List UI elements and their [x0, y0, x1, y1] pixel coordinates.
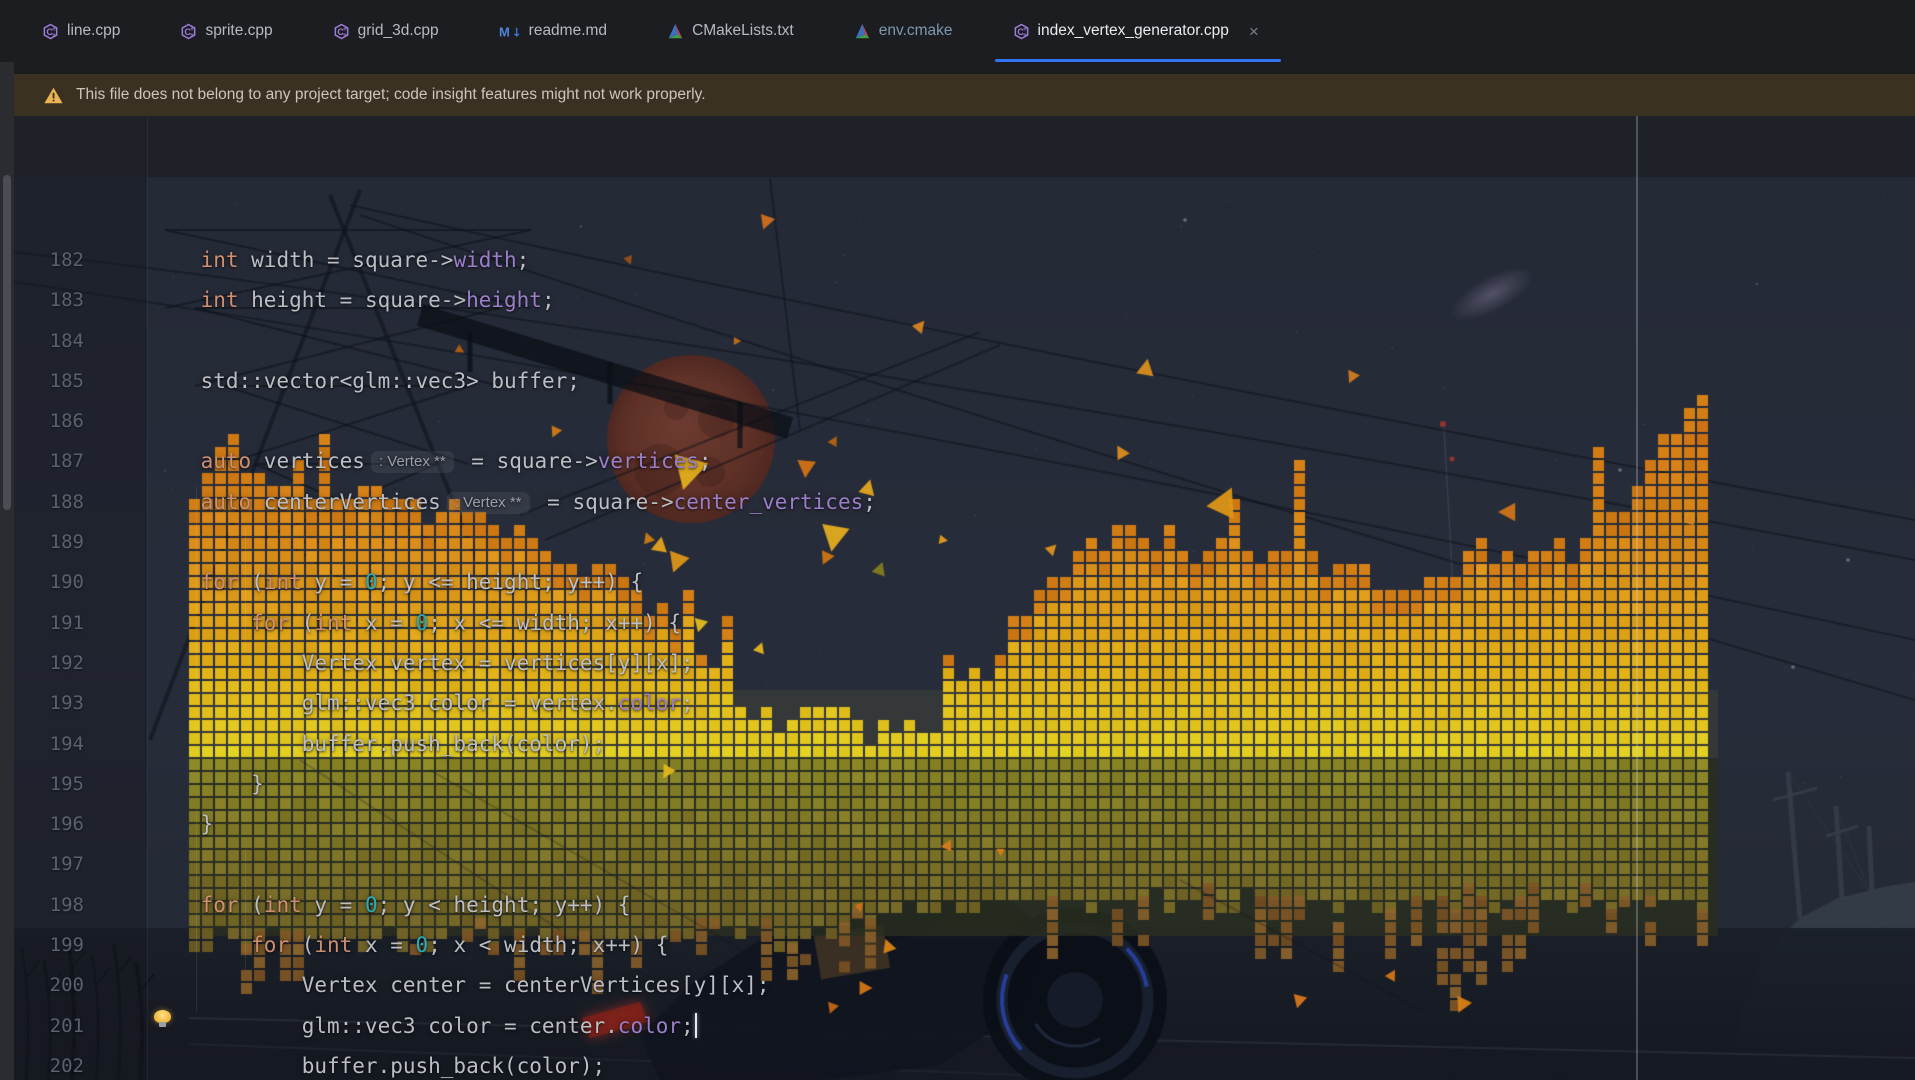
- tab-index-vertex-generator-cpp[interactable]: C++ index_vertex_generator.cpp ×: [991, 0, 1285, 62]
- tab-label: sprite.cpp: [205, 22, 272, 40]
- code-line-197[interactable]: [150, 844, 876, 884]
- tab-label: env.cmake: [879, 22, 953, 40]
- ide-window: C++ line.cpp C++ sprite.cpp C++ grid_3d.cpp M↓…: [0, 0, 1915, 1080]
- code-line-184[interactable]: [150, 321, 876, 361]
- line-number[interactable]: 199: [14, 925, 84, 965]
- tab-grid-3d-cpp[interactable]: C++ grid_3d.cpp: [311, 0, 465, 62]
- tab-label: CMakeLists.txt: [692, 22, 794, 40]
- code-line-198[interactable]: for (int y = 0; y < height; y++) {: [150, 885, 876, 925]
- scrollbar-thumb[interactable]: [3, 175, 11, 510]
- code-line-187[interactable]: auto vertices: Vertex ** = square->verti…: [150, 441, 876, 481]
- code-line-189[interactable]: [150, 522, 876, 562]
- left-scrollbar-track: [0, 62, 14, 1080]
- svg-text:+: +: [1023, 32, 1027, 39]
- markdown-file-icon: M↓: [499, 24, 521, 39]
- line-number[interactable]: 195: [14, 764, 84, 804]
- code-line-193[interactable]: glm::vec3 color = vertex.color;: [150, 683, 876, 723]
- tab-env-cmake[interactable]: env.cmake: [832, 0, 979, 62]
- svg-text:+: +: [52, 32, 56, 39]
- code-line-185[interactable]: std::vector<glm::vec3> buffer;: [150, 361, 876, 401]
- line-number[interactable]: 183: [14, 280, 84, 320]
- line-number[interactable]: 196: [14, 804, 84, 844]
- tab-cmakelists-txt[interactable]: CMakeLists.txt: [645, 0, 820, 62]
- code-line-183[interactable]: int height = square->height;: [150, 280, 876, 320]
- code-line-201[interactable]: glm::vec3 color = center.color;: [150, 1006, 876, 1046]
- code-line-196[interactable]: }: [150, 804, 876, 844]
- type-inlay-hint: : Vertex **: [371, 451, 454, 473]
- line-number[interactable]: 191: [14, 603, 84, 643]
- tab-label: readme.md: [529, 22, 607, 40]
- svg-text:+: +: [343, 32, 347, 39]
- code-line-186[interactable]: [150, 401, 876, 441]
- line-number[interactable]: 182: [14, 240, 84, 280]
- line-number[interactable]: 187: [14, 441, 84, 481]
- line-number[interactable]: 186: [14, 401, 84, 441]
- text-caret: [695, 1013, 697, 1038]
- code-line-202[interactable]: buffer.push_back(color);: [150, 1046, 876, 1080]
- close-tab-icon[interactable]: ×: [1249, 23, 1259, 40]
- tab-sprite-cpp[interactable]: C++ sprite.cpp: [158, 0, 298, 62]
- tab-readme-md[interactable]: M↓ readme.md: [477, 0, 633, 62]
- svg-text:M: M: [499, 24, 510, 39]
- line-number[interactable]: 201: [14, 1006, 84, 1046]
- cpp-file-icon: C++: [42, 23, 59, 40]
- line-number[interactable]: 200: [14, 965, 84, 1005]
- line-number[interactable]: 192: [14, 643, 84, 683]
- tab-label: grid_3d.cpp: [358, 22, 439, 40]
- line-number[interactable]: 190: [14, 562, 84, 602]
- cmake-file-icon: [667, 23, 684, 40]
- no-project-target-banner: This file does not belong to any project…: [14, 73, 1915, 116]
- cpp-file-icon: C++: [1013, 23, 1030, 40]
- line-number[interactable]: 193: [14, 683, 84, 723]
- code-line-195[interactable]: }: [150, 764, 876, 804]
- editor-gutter: 1821831841851861871881891901911921931941…: [14, 240, 84, 1080]
- tab-bar-gap: [0, 62, 1915, 73]
- tab-label: index_vertex_generator.cpp: [1038, 22, 1229, 40]
- line-number[interactable]: 194: [14, 724, 84, 764]
- active-tab-underline: [995, 59, 1281, 62]
- cpp-file-icon: C++: [180, 23, 197, 40]
- code-editor[interactable]: 1821831841851861871881891901911921931941…: [0, 116, 1915, 1080]
- line-number[interactable]: 184: [14, 321, 84, 361]
- code-line-199[interactable]: for (int x = 0; x < width; x++) {: [150, 925, 876, 965]
- line-number[interactable]: 197: [14, 844, 84, 884]
- svg-text:↓: ↓: [511, 25, 521, 39]
- code-line-191[interactable]: for (int x = 0; x <= width; x++) {: [150, 603, 876, 643]
- line-number[interactable]: 185: [14, 361, 84, 401]
- tab-label: line.cpp: [67, 22, 120, 40]
- code-area: int width = square->width; int height = …: [150, 240, 876, 1080]
- intention-lightbulb-icon[interactable]: [154, 1010, 171, 1023]
- code-line-190[interactable]: for (int y = 0; y <= height; y++) {: [150, 562, 876, 602]
- tab-line-cpp[interactable]: C++ line.cpp: [20, 0, 146, 62]
- cpp-file-icon: C++: [333, 23, 350, 40]
- banner-text: This file does not belong to any project…: [76, 86, 706, 104]
- code-line-192[interactable]: Vertex vertex = vertices[y][x];: [150, 643, 876, 683]
- cmake-file-icon: [854, 23, 871, 40]
- code-line-194[interactable]: buffer.push_back(color);: [150, 724, 876, 764]
- line-number[interactable]: 189: [14, 522, 84, 562]
- warning-icon: [44, 87, 63, 104]
- svg-text:+: +: [190, 32, 194, 39]
- editor-tab-bar: C++ line.cpp C++ sprite.cpp C++ grid_3d.cpp M↓…: [0, 0, 1915, 62]
- line-number[interactable]: 202: [14, 1046, 84, 1080]
- code-line-182[interactable]: int width = square->width;: [150, 240, 876, 280]
- line-number[interactable]: 188: [14, 482, 84, 522]
- code-line-188[interactable]: auto centerVertices: Vertex ** = square-…: [150, 482, 876, 522]
- code-line-200[interactable]: Vertex center = centerVertices[y][x];: [150, 965, 876, 1005]
- type-inlay-hint: : Vertex **: [447, 492, 530, 514]
- line-number[interactable]: 198: [14, 885, 84, 925]
